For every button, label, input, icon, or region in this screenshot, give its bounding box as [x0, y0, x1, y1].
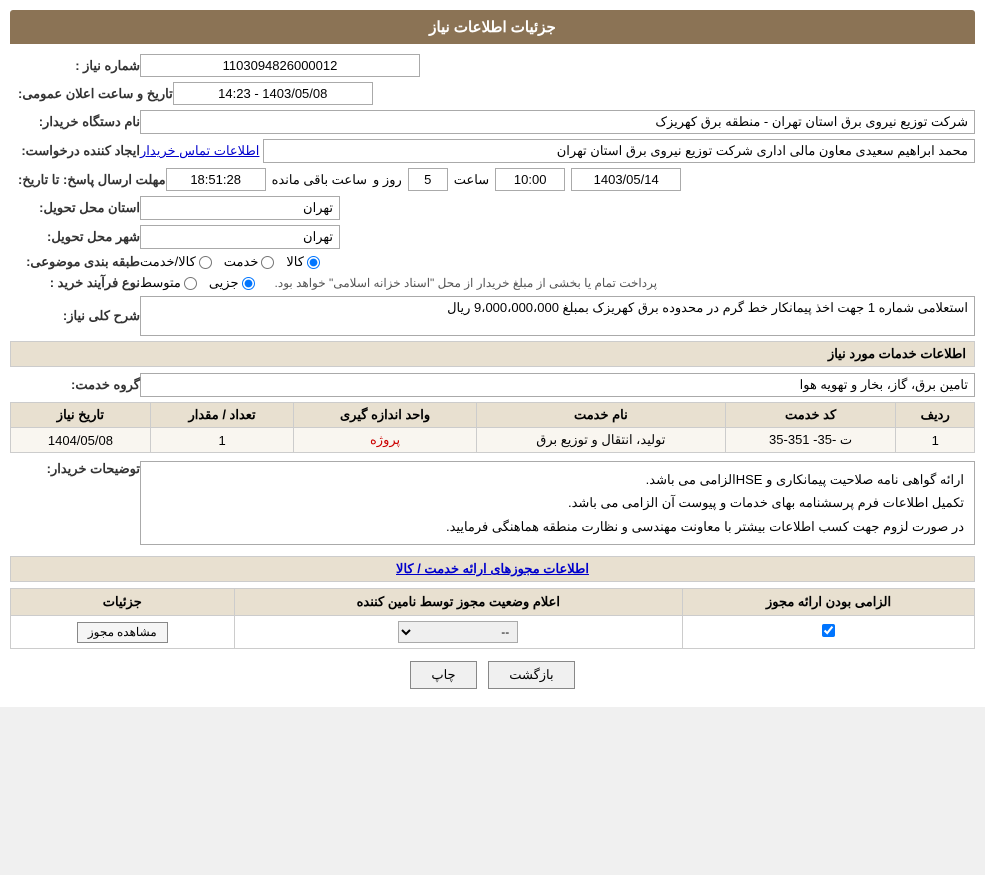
- perm-status-cell: --: [234, 616, 683, 649]
- button-row: بازگشت چاپ: [10, 661, 975, 689]
- category-kala-khadamat-option[interactable]: کالا/خدمت: [140, 254, 212, 270]
- cell-quantity: 1: [150, 428, 293, 453]
- perm-details-cell: مشاهده مجوز: [11, 616, 235, 649]
- page-title: جزئیات اطلاعات نیاز: [429, 19, 556, 36]
- col-row-num: ردیف: [896, 403, 975, 428]
- back-button[interactable]: بازگشت: [488, 661, 574, 689]
- col-quantity: تعداد / مقدار: [150, 403, 293, 428]
- purchase-type-row: نوع فرآیند خرید : متوسط جزیی پرداخت تمام…: [10, 275, 975, 291]
- deadline-time: 10:00: [495, 168, 565, 191]
- category-kala-option[interactable]: کالا: [286, 254, 320, 270]
- deadline-day-label: روز و: [373, 172, 402, 188]
- col-service-code: کد خدمت: [725, 403, 896, 428]
- need-description-value: استعلامی شماره 1 جهت اخذ پیمانکار خط گرم…: [140, 296, 975, 336]
- page-wrapper: جزئیات اطلاعات نیاز شماره نیاز : 1103094…: [0, 0, 985, 707]
- deadline-label: مهلت ارسال پاسخ: تا تاریخ:: [10, 172, 166, 188]
- announcement-row: تاریخ و ساعت اعلان عمومی: 1403/05/08 - 1…: [10, 82, 975, 105]
- cell-service-name: تولید، انتقال و توزیع برق: [476, 428, 725, 453]
- buyer-notes-line2: تکمیل اطلاعات فرم پرسشنامه بهای خدمات و …: [151, 491, 964, 514]
- perm-required-cell: [683, 616, 975, 649]
- permits-section-link[interactable]: اطلاعات مجوزهای ارائه خدمت / کالا: [10, 556, 975, 582]
- category-row: طبقه بندی موضوعی: کالا/خدمت خدمت کالا: [10, 254, 975, 270]
- delivery-city-label: شهر محل تحویل:: [10, 229, 140, 245]
- services-group-value: تامین برق، گاز، بخار و تهویه هوا: [140, 373, 975, 397]
- services-section-header: اطلاعات خدمات مورد نیاز: [10, 341, 975, 367]
- purchase-jozii-option[interactable]: جزیی: [209, 275, 255, 291]
- buyer-org-value: شرکت توزیع نیروی برق استان تهران - منطقه…: [140, 110, 975, 134]
- services-group-label: گروه خدمت:: [10, 377, 140, 393]
- buyer-notes-row: توضیحات خریدار: ارائه گواهی نامه صلاحیت …: [10, 461, 975, 551]
- perm-col-details: جزئیات: [11, 589, 235, 616]
- announcement-value: 1403/05/08 - 14:23: [173, 82, 373, 105]
- jozii-label: جزیی: [209, 275, 239, 291]
- col-date: تاریخ نیاز: [11, 403, 151, 428]
- purchase-note: پرداخت تمام یا بخشی از مبلغ خریدار از مح…: [275, 276, 658, 290]
- announcement-label: تاریخ و ساعت اعلان عمومی:: [10, 86, 173, 102]
- requester-label: ایجاد کننده درخواست:: [10, 143, 140, 159]
- perm-required-checkbox[interactable]: [822, 624, 835, 637]
- delivery-city-value: تهران: [140, 225, 340, 249]
- need-number-value: 1103094826000012: [140, 54, 420, 77]
- cell-unit: پروژه: [294, 428, 477, 453]
- kala-khadamat-label: کالا/خدمت: [140, 254, 196, 270]
- purchase-motevaset-radio[interactable]: [184, 277, 197, 290]
- services-group-row: گروه خدمت: تامین برق، گاز، بخار و تهویه …: [10, 373, 975, 397]
- category-khadamat-radio[interactable]: [261, 256, 274, 269]
- requester-row: ایجاد کننده درخواست: اطلاعات تماس خریدار…: [10, 139, 975, 163]
- perm-col-required: الزامی بودن ارائه مجوز: [683, 589, 975, 616]
- table-row: 1 ت -35- 351-35 تولید، انتقال و توزیع بر…: [11, 428, 975, 453]
- need-number-row: شماره نیاز : 1103094826000012: [10, 54, 975, 77]
- buyer-org-row: نام دستگاه خریدار: شرکت توزیع نیروی برق …: [10, 110, 975, 134]
- delivery-province-value: تهران: [140, 196, 340, 220]
- view-permit-button[interactable]: مشاهده مجوز: [77, 622, 168, 643]
- deadline-remaining: 18:51:28: [166, 168, 266, 191]
- buyer-org-label: نام دستگاه خریدار:: [10, 114, 140, 130]
- perm-col-status: اعلام وضعیت مجوز توسط نامین کننده: [234, 589, 683, 616]
- services-table: ردیف کد خدمت نام خدمت واحد اندازه گیری ت…: [10, 402, 975, 453]
- deadline-days: 5: [408, 168, 448, 191]
- purchase-jozii-radio[interactable]: [242, 277, 255, 290]
- col-service-name: نام خدمت: [476, 403, 725, 428]
- print-button[interactable]: چاپ: [410, 661, 476, 689]
- khadamat-label: خدمت: [224, 254, 259, 270]
- cell-row-num: 1: [896, 428, 975, 453]
- permits-table: الزامی بودن ارائه مجوز اعلام وضعیت مجوز …: [10, 588, 975, 649]
- category-khadamat-option[interactable]: خدمت: [224, 254, 275, 270]
- buyer-notes-label: توضیحات خریدار:: [10, 461, 140, 477]
- delivery-province-row: استان محل تحویل: تهران: [10, 196, 975, 220]
- need-description-label: شرح کلی نیاز:: [10, 308, 140, 324]
- kala-label: کالا: [286, 254, 304, 270]
- deadline-row: مهلت ارسال پاسخ: تا تاریخ: 18:51:28 ساعت…: [10, 168, 975, 191]
- category-label: طبقه بندی موضوعی:: [10, 254, 140, 270]
- purchase-type-label: نوع فرآیند خرید :: [10, 275, 140, 291]
- page-header: جزئیات اطلاعات نیاز: [10, 10, 975, 44]
- cell-service-code: ت -35- 351-35: [725, 428, 896, 453]
- buyer-notes-line1: ارائه گواهی نامه صلاحیت پیمانکاری و HSEا…: [151, 468, 964, 491]
- deadline-time-label: ساعت: [454, 172, 489, 188]
- requester-value: محمد ابراهیم سعیدی معاون مالی اداری شرکت…: [263, 139, 975, 163]
- delivery-province-label: استان محل تحویل:: [10, 200, 140, 216]
- need-number-label: شماره نیاز :: [10, 58, 140, 74]
- need-description-row: شرح کلی نیاز: استعلامی شماره 1 جهت اخذ پ…: [10, 296, 975, 336]
- motevaset-label: متوسط: [140, 275, 181, 291]
- deadline-date: 1403/05/14: [571, 168, 681, 191]
- buyer-notes-line3: در صورت لزوم جهت کسب اطلاعات بیشتر با مع…: [151, 515, 964, 538]
- deadline-remaining-label: ساعت باقی مانده: [272, 172, 367, 188]
- col-unit: واحد اندازه گیری: [294, 403, 477, 428]
- requester-link[interactable]: اطلاعات تماس خریدار: [140, 143, 259, 159]
- permits-link-text[interactable]: اطلاعات مجوزهای ارائه خدمت / کالا: [396, 561, 589, 576]
- cell-date: 1404/05/08: [11, 428, 151, 453]
- perm-table-row: -- مشاهده مجوز: [11, 616, 975, 649]
- delivery-city-row: شهر محل تحویل: تهران: [10, 225, 975, 249]
- category-kala-radio[interactable]: [307, 256, 320, 269]
- buyer-notes-value: ارائه گواهی نامه صلاحیت پیمانکاری و HSEا…: [140, 461, 975, 545]
- category-kala-khadamat-radio[interactable]: [199, 256, 212, 269]
- purchase-motevaset-option[interactable]: متوسط: [140, 275, 197, 291]
- perm-status-select[interactable]: --: [398, 621, 518, 643]
